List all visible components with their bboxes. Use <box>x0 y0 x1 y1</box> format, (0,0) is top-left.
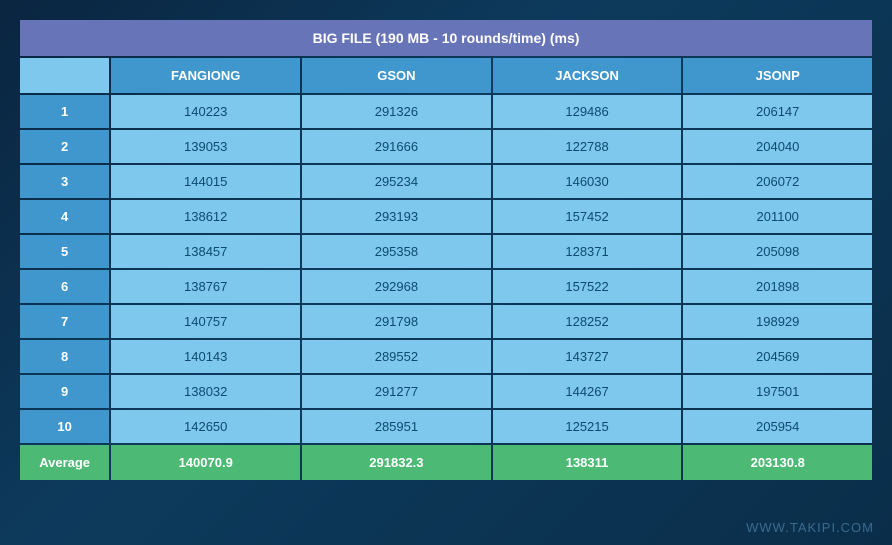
header-jackson: JACKSON <box>493 58 682 93</box>
cell-jackson: 125215 <box>493 410 682 443</box>
table-row: 7 140757 291798 128252 198929 <box>20 305 872 338</box>
cell-jackson: 157452 <box>493 200 682 233</box>
cell-gson: 291326 <box>302 95 491 128</box>
benchmark-table: BIG FILE (190 MB - 10 rounds/time) (ms) … <box>18 18 874 482</box>
cell-jsonp: 201898 <box>683 270 872 303</box>
cell-gson: 291798 <box>302 305 491 338</box>
cell-fangiong: 138032 <box>111 375 300 408</box>
cell-jackson: 144267 <box>493 375 682 408</box>
avg-jsonp: 203130.8 <box>683 445 872 480</box>
table-row: 2 139053 291666 122788 204040 <box>20 130 872 163</box>
cell-gson: 291666 <box>302 130 491 163</box>
cell-fangiong: 144015 <box>111 165 300 198</box>
average-label: Average <box>20 445 109 480</box>
cell-jsonp: 205098 <box>683 235 872 268</box>
table-row: 10 142650 285951 125215 205954 <box>20 410 872 443</box>
row-number: 6 <box>20 270 109 303</box>
cell-jsonp: 204040 <box>683 130 872 163</box>
table-title: BIG FILE (190 MB - 10 rounds/time) (ms) <box>20 20 872 56</box>
row-number: 5 <box>20 235 109 268</box>
avg-jackson: 138311 <box>493 445 682 480</box>
cell-jackson: 157522 <box>493 270 682 303</box>
header-blank <box>20 58 109 93</box>
cell-gson: 289552 <box>302 340 491 373</box>
table-row: 3 144015 295234 146030 206072 <box>20 165 872 198</box>
cell-jsonp: 197501 <box>683 375 872 408</box>
row-number: 2 <box>20 130 109 163</box>
cell-gson: 285951 <box>302 410 491 443</box>
cell-jackson: 146030 <box>493 165 682 198</box>
cell-gson: 295234 <box>302 165 491 198</box>
row-number: 4 <box>20 200 109 233</box>
cell-fangiong: 140143 <box>111 340 300 373</box>
cell-jsonp: 198929 <box>683 305 872 338</box>
cell-gson: 292968 <box>302 270 491 303</box>
cell-fangiong: 138612 <box>111 200 300 233</box>
cell-fangiong: 140223 <box>111 95 300 128</box>
table-row: 4 138612 293193 157452 201100 <box>20 200 872 233</box>
cell-fangiong: 139053 <box>111 130 300 163</box>
cell-jackson: 122788 <box>493 130 682 163</box>
cell-jackson: 128371 <box>493 235 682 268</box>
average-row: Average 140070.9 291832.3 138311 203130.… <box>20 445 872 480</box>
cell-jsonp: 206072 <box>683 165 872 198</box>
cell-jackson: 129486 <box>493 95 682 128</box>
cell-fangiong: 138767 <box>111 270 300 303</box>
table-row: 1 140223 291326 129486 206147 <box>20 95 872 128</box>
cell-gson: 291277 <box>302 375 491 408</box>
cell-jsonp: 204569 <box>683 340 872 373</box>
table-row: 8 140143 289552 143727 204569 <box>20 340 872 373</box>
table-row: 9 138032 291277 144267 197501 <box>20 375 872 408</box>
cell-jsonp: 205954 <box>683 410 872 443</box>
table-title-row: BIG FILE (190 MB - 10 rounds/time) (ms) <box>20 20 872 56</box>
cell-jsonp: 206147 <box>683 95 872 128</box>
table-row: 5 138457 295358 128371 205098 <box>20 235 872 268</box>
header-fangiong: FANGIONG <box>111 58 300 93</box>
cell-fangiong: 138457 <box>111 235 300 268</box>
cell-fangiong: 140757 <box>111 305 300 338</box>
cell-jsonp: 201100 <box>683 200 872 233</box>
cell-fangiong: 142650 <box>111 410 300 443</box>
table-header-row: FANGIONG GSON JACKSON JSONP <box>20 58 872 93</box>
header-gson: GSON <box>302 58 491 93</box>
cell-gson: 293193 <box>302 200 491 233</box>
table-row: 6 138767 292968 157522 201898 <box>20 270 872 303</box>
row-number: 8 <box>20 340 109 373</box>
cell-gson: 295358 <box>302 235 491 268</box>
cell-jackson: 143727 <box>493 340 682 373</box>
row-number: 9 <box>20 375 109 408</box>
header-jsonp: JSONP <box>683 58 872 93</box>
row-number: 3 <box>20 165 109 198</box>
row-number: 1 <box>20 95 109 128</box>
watermark: WWW.TAKIPI.COM <box>746 520 874 535</box>
row-number: 10 <box>20 410 109 443</box>
avg-gson: 291832.3 <box>302 445 491 480</box>
avg-fangiong: 140070.9 <box>111 445 300 480</box>
cell-jackson: 128252 <box>493 305 682 338</box>
row-number: 7 <box>20 305 109 338</box>
